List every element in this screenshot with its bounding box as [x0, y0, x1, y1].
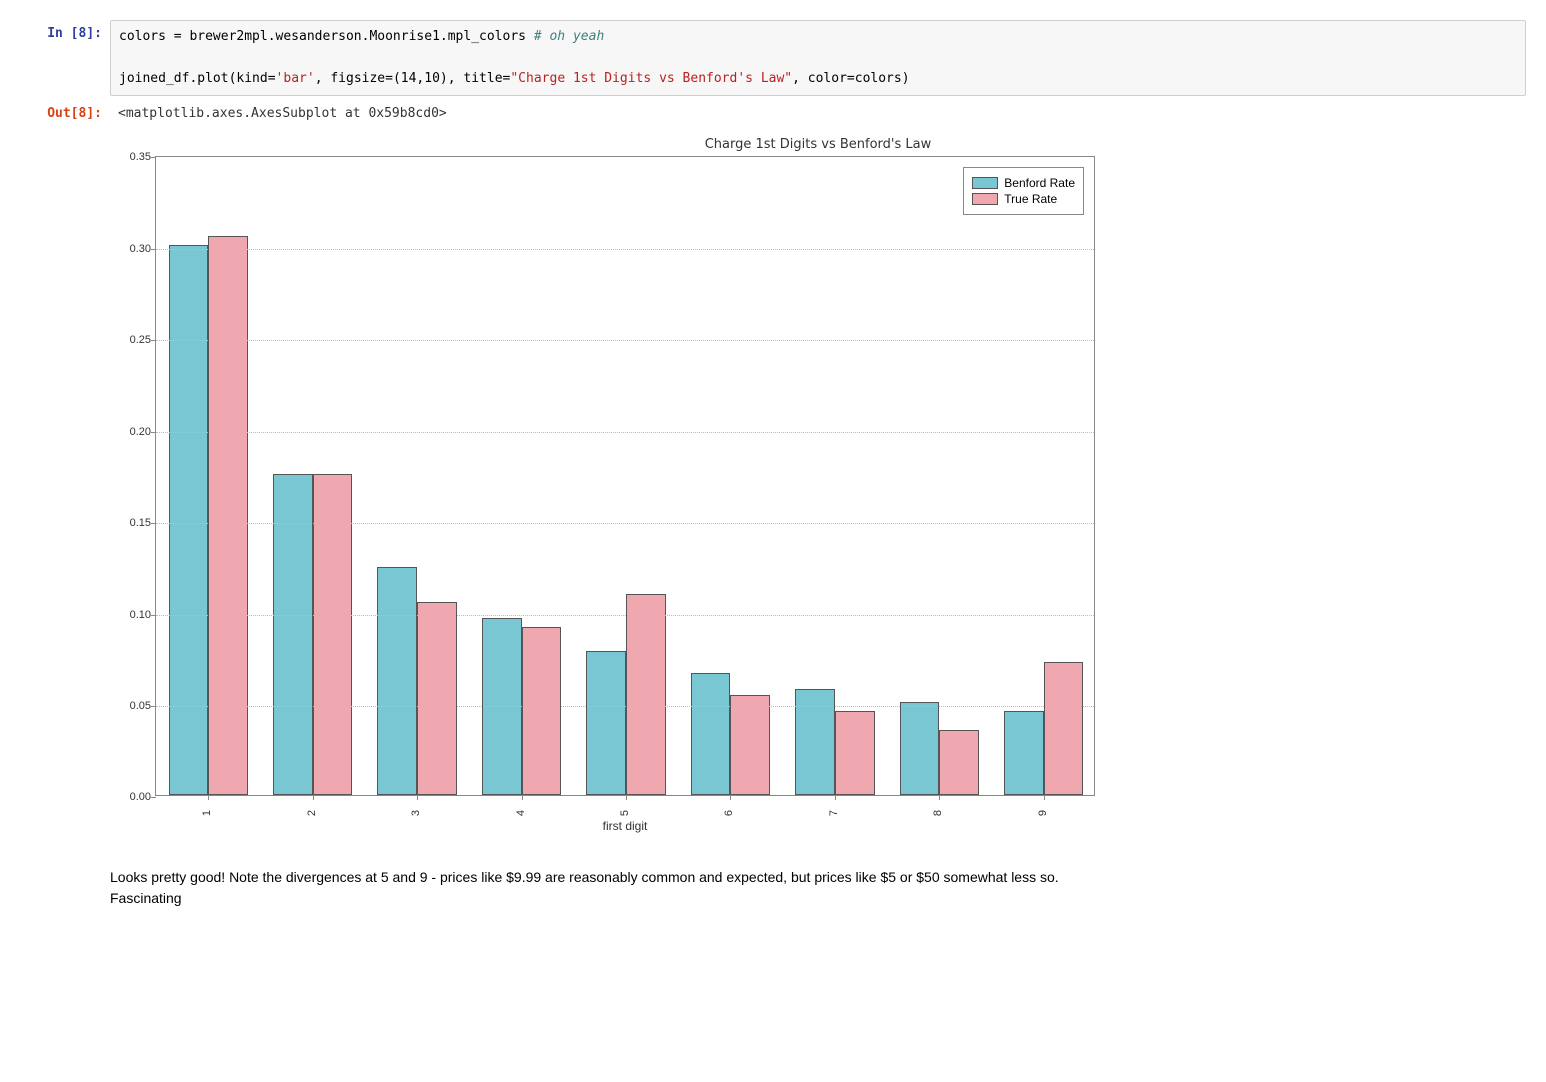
chart-title: Charge 1st Digits vs Benford's Law: [110, 137, 1526, 152]
y-tick-label: 0.15: [116, 517, 151, 529]
x-tick-mark: [730, 795, 731, 800]
bar-benford: [1004, 711, 1044, 795]
x-tick-mark: [626, 795, 627, 800]
gridline: [156, 249, 1094, 250]
code-text: colors = brewer2mpl.wesanderson.Moonrise…: [119, 29, 534, 44]
y-tick-label: 0.35: [116, 151, 151, 163]
bar-true: [313, 474, 353, 796]
x-tick-mark: [208, 795, 209, 800]
bar-benford: [377, 567, 417, 796]
bar-benford: [586, 651, 626, 795]
bar-true: [835, 711, 875, 795]
x-tick-label: 5: [619, 810, 631, 816]
bar-benford: [900, 702, 940, 795]
code-text: , color=colors): [792, 71, 909, 86]
plot-area: Benford Rate True Rate first digit 0.000…: [155, 156, 1095, 796]
legend-entry-benford: Benford Rate: [972, 176, 1075, 190]
x-tick-label: 1: [201, 810, 213, 816]
x-tick-label: 3: [410, 810, 422, 816]
bar-benford: [273, 474, 313, 796]
gridline: [156, 706, 1094, 707]
gridline: [156, 523, 1094, 524]
x-tick-mark: [939, 795, 940, 800]
x-tick-label: 7: [828, 810, 840, 816]
x-tick-mark: [313, 795, 314, 800]
x-tick-label: 8: [932, 810, 944, 816]
y-tick-label: 0.30: [116, 243, 151, 255]
markdown-commentary: Looks pretty good! Note the divergences …: [110, 867, 1526, 909]
output-repr: <matplotlib.axes.AxesSubplot at 0x59b8cd…: [110, 100, 1526, 127]
code-text: , figsize=(14,10), title=: [315, 71, 511, 86]
commentary-line: Fascinating: [110, 888, 1526, 909]
bar-true: [417, 602, 457, 796]
legend-label: True Rate: [1004, 192, 1057, 206]
legend: Benford Rate True Rate: [963, 167, 1084, 215]
x-tick-mark: [417, 795, 418, 800]
legend-entry-true: True Rate: [972, 192, 1075, 206]
bar-true: [522, 627, 562, 795]
bars-area: [156, 157, 1094, 795]
x-tick-mark: [522, 795, 523, 800]
code-string: "Charge 1st Digits vs Benford's Law": [510, 71, 792, 86]
legend-label: Benford Rate: [1004, 176, 1075, 190]
x-tick-label: 2: [306, 810, 318, 816]
bar-benford: [169, 245, 209, 795]
y-tick-label: 0.25: [116, 334, 151, 346]
bar-benford: [691, 673, 731, 796]
x-tick-label: 6: [724, 810, 736, 816]
code-string: 'bar': [276, 71, 315, 86]
chart-container: Charge 1st Digits vs Benford's Law Benfo…: [110, 137, 1526, 841]
x-tick-label: 4: [515, 810, 527, 816]
out-prompt: Out[8]:: [20, 100, 110, 127]
y-tick-label: 0.20: [116, 426, 151, 438]
legend-swatch-icon: [972, 193, 998, 205]
y-tick-label: 0.00: [116, 791, 151, 803]
gridline: [156, 615, 1094, 616]
bar-true: [626, 594, 666, 795]
x-axis-label: first digit: [603, 819, 648, 833]
legend-swatch-icon: [972, 177, 998, 189]
gridline: [156, 340, 1094, 341]
in-prompt: In [8]:: [20, 20, 110, 47]
commentary-line: Looks pretty good! Note the divergences …: [110, 867, 1526, 888]
x-tick-mark: [1044, 795, 1045, 800]
y-tick-label: 0.05: [116, 700, 151, 712]
bar-true: [208, 236, 248, 796]
output-cell: Out[8]: <matplotlib.axes.AxesSubplot at …: [20, 100, 1526, 127]
code-comment: # oh yeah: [534, 29, 604, 44]
x-tick-label: 9: [1037, 810, 1049, 816]
code-input[interactable]: colors = brewer2mpl.wesanderson.Moonrise…: [110, 20, 1526, 96]
code-text: joined_df.plot(kind=: [119, 71, 276, 86]
gridline: [156, 432, 1094, 433]
input-cell: In [8]: colors = brewer2mpl.wesanderson.…: [20, 20, 1526, 96]
bar-true: [730, 695, 770, 796]
x-tick-mark: [835, 795, 836, 800]
y-tick-label: 0.10: [116, 609, 151, 621]
bar-true: [1044, 662, 1084, 795]
bar-true: [939, 730, 979, 796]
